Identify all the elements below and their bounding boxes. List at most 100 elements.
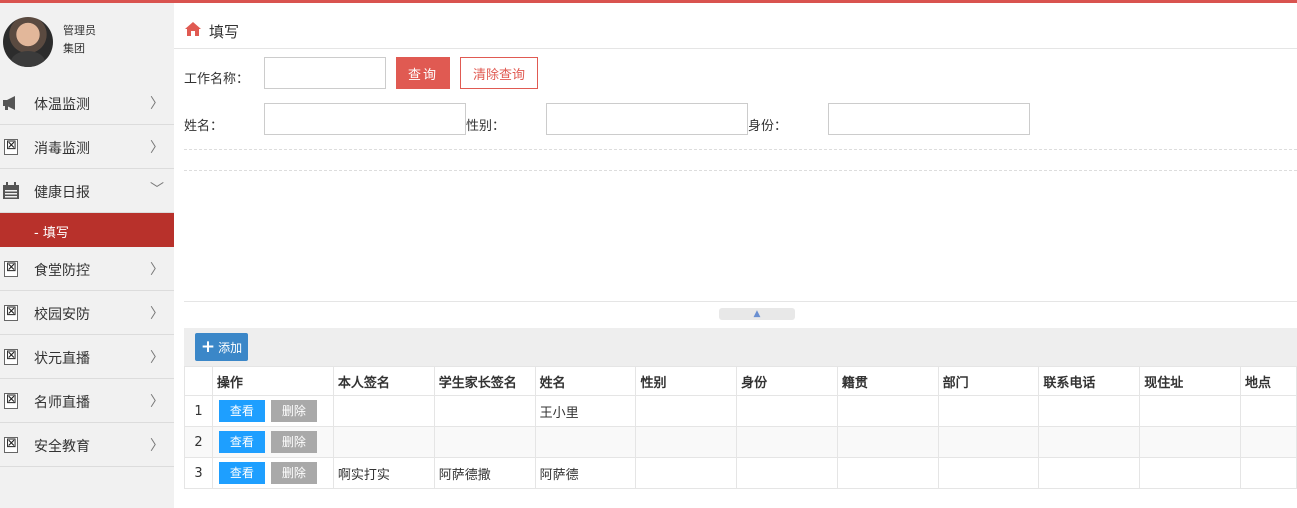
query-button[interactable]: 查询	[396, 57, 450, 89]
main-content: 填写 工作名称： 查询 清除查询 姓名： 性别： 身份： ▲ + 添加 操作 本…	[174, 3, 1297, 508]
column-header-index	[184, 366, 213, 396]
add-button-label: 添加	[218, 340, 243, 355]
delete-button[interactable]: 删除	[270, 431, 317, 453]
cell-dept	[937, 395, 1040, 427]
job-name-input[interactable]	[264, 57, 386, 89]
sidebar-item-temperature[interactable]: 体温监测 〉	[0, 81, 174, 125]
cell-place	[1240, 457, 1297, 489]
cell-name: 阿萨德	[534, 457, 637, 489]
column-header[interactable]: 性别	[635, 366, 738, 396]
chevron-right-icon: 〉	[150, 306, 164, 322]
sidebar-item-teacher-live[interactable]: 名师直播 〉	[0, 379, 174, 423]
chevron-right-icon: 〉	[150, 96, 164, 112]
column-header[interactable]: 姓名	[534, 366, 637, 396]
view-button[interactable]: 查看	[218, 400, 265, 422]
identity-label: 身份：	[748, 119, 788, 134]
sidebar-item-canteen[interactable]: 食堂防控 〉	[0, 247, 174, 291]
chevron-right-icon: 〉	[150, 140, 164, 156]
page-title: 填写	[209, 23, 240, 41]
cell-dept	[937, 426, 1040, 458]
home-icon[interactable]	[185, 22, 201, 36]
sidebar-item-label: 状元直播	[34, 351, 90, 367]
cell-identity	[736, 395, 838, 427]
column-header[interactable]: 本人签名	[332, 366, 435, 396]
sidebar-item-health-daily[interactable]: 健康日报 ﹀	[0, 169, 174, 213]
column-header[interactable]: 地点	[1240, 366, 1297, 396]
sidebar-item-label: 校园安防	[34, 307, 90, 323]
delete-button[interactable]: 删除	[270, 462, 317, 484]
collapse-toggle[interactable]: ▲	[719, 308, 795, 320]
chevron-right-icon: 〉	[150, 394, 164, 410]
cell-origin	[836, 426, 939, 458]
divider	[184, 301, 1297, 302]
column-header[interactable]: 联系电话	[1038, 366, 1141, 396]
identity-input[interactable]	[828, 103, 1030, 135]
cell-identity	[736, 426, 838, 458]
table-row[interactable]: 2 查看 删除	[184, 426, 1297, 458]
chevron-right-icon: 〉	[150, 438, 164, 454]
cell-name	[534, 426, 637, 458]
cell-phone	[1038, 426, 1141, 458]
add-button[interactable]: + 添加	[195, 333, 248, 361]
broken-image-icon	[2, 348, 20, 366]
cell-origin	[836, 457, 939, 489]
caret-up-icon: ▲	[753, 309, 761, 319]
sidebar-item-label: 食堂防控	[34, 263, 90, 279]
broken-image-icon	[2, 260, 20, 278]
delete-button[interactable]: 删除	[270, 400, 317, 422]
sidebar-item-disinfection[interactable]: 消毒监测 〉	[0, 125, 174, 169]
cell-place	[1240, 426, 1297, 458]
sidebar-item-top-scorer-live[interactable]: 状元直播 〉	[0, 335, 174, 379]
row-actions: 查看 删除	[211, 395, 334, 427]
sidebar-item-campus-security[interactable]: 校园安防 〉	[0, 291, 174, 335]
name-label: 姓名：	[184, 119, 224, 134]
cell-origin	[836, 395, 939, 427]
row-index: 1	[184, 395, 213, 427]
clear-query-button[interactable]: 清除查询	[460, 57, 538, 89]
cell-parent-sign	[433, 395, 536, 427]
column-header[interactable]: 籍贯	[836, 366, 939, 396]
cell-gender	[635, 395, 738, 427]
chevron-down-icon: ﹀	[150, 182, 164, 198]
column-header[interactable]: 身份	[736, 366, 838, 396]
avatar[interactable]	[3, 17, 53, 67]
name-input[interactable]	[264, 103, 466, 135]
sidebar-subitem-fill[interactable]: - 填写	[0, 213, 174, 247]
gender-input[interactable]	[546, 103, 748, 135]
sidebar: 管理员 集团 体温监测 〉 消毒监测 〉 健康日报 ﹀ - 填写 食堂防控 〉 …	[0, 3, 174, 508]
table-row[interactable]: 1 查看 删除 王小里	[184, 395, 1297, 427]
sidebar-subitem-label: - 填写	[34, 226, 69, 241]
broken-image-icon	[2, 436, 20, 454]
row-index: 3	[184, 457, 213, 489]
cell-name: 王小里	[534, 395, 637, 427]
chevron-right-icon: 〉	[150, 262, 164, 278]
gender-label: 性别：	[466, 119, 506, 134]
broken-image-icon	[2, 304, 20, 322]
cell-place	[1240, 395, 1297, 427]
column-header[interactable]: 部门	[937, 366, 1040, 396]
column-header[interactable]: 现住址	[1139, 366, 1241, 396]
cell-dept	[937, 457, 1040, 489]
view-button[interactable]: 查看	[218, 431, 265, 453]
column-header[interactable]: 学生家长签名	[433, 366, 536, 396]
row-actions: 查看 删除	[211, 457, 334, 489]
column-header[interactable]: 操作	[211, 366, 334, 396]
cell-self-sign	[332, 426, 435, 458]
plus-icon: +	[200, 336, 216, 357]
broken-image-icon	[2, 392, 20, 410]
view-button[interactable]: 查看	[218, 462, 265, 484]
sidebar-item-label: 健康日报	[34, 185, 90, 201]
sidebar-item-safety-education[interactable]: 安全教育 〉	[0, 423, 174, 467]
user-org: 集团	[63, 42, 85, 55]
user-role: 管理员	[63, 24, 96, 37]
sidebar-item-label: 安全教育	[34, 439, 90, 455]
cell-self-sign	[332, 395, 435, 427]
cell-gender	[635, 457, 738, 489]
table-row[interactable]: 3 查看 删除 啊实打实 阿萨德撒 阿萨德	[184, 457, 1297, 489]
sidebar-item-label: 消毒监测	[34, 141, 90, 157]
cell-identity	[736, 457, 838, 489]
cell-phone	[1038, 457, 1141, 489]
cell-address	[1139, 457, 1241, 489]
cell-phone	[1038, 395, 1141, 427]
cell-address	[1139, 426, 1241, 458]
